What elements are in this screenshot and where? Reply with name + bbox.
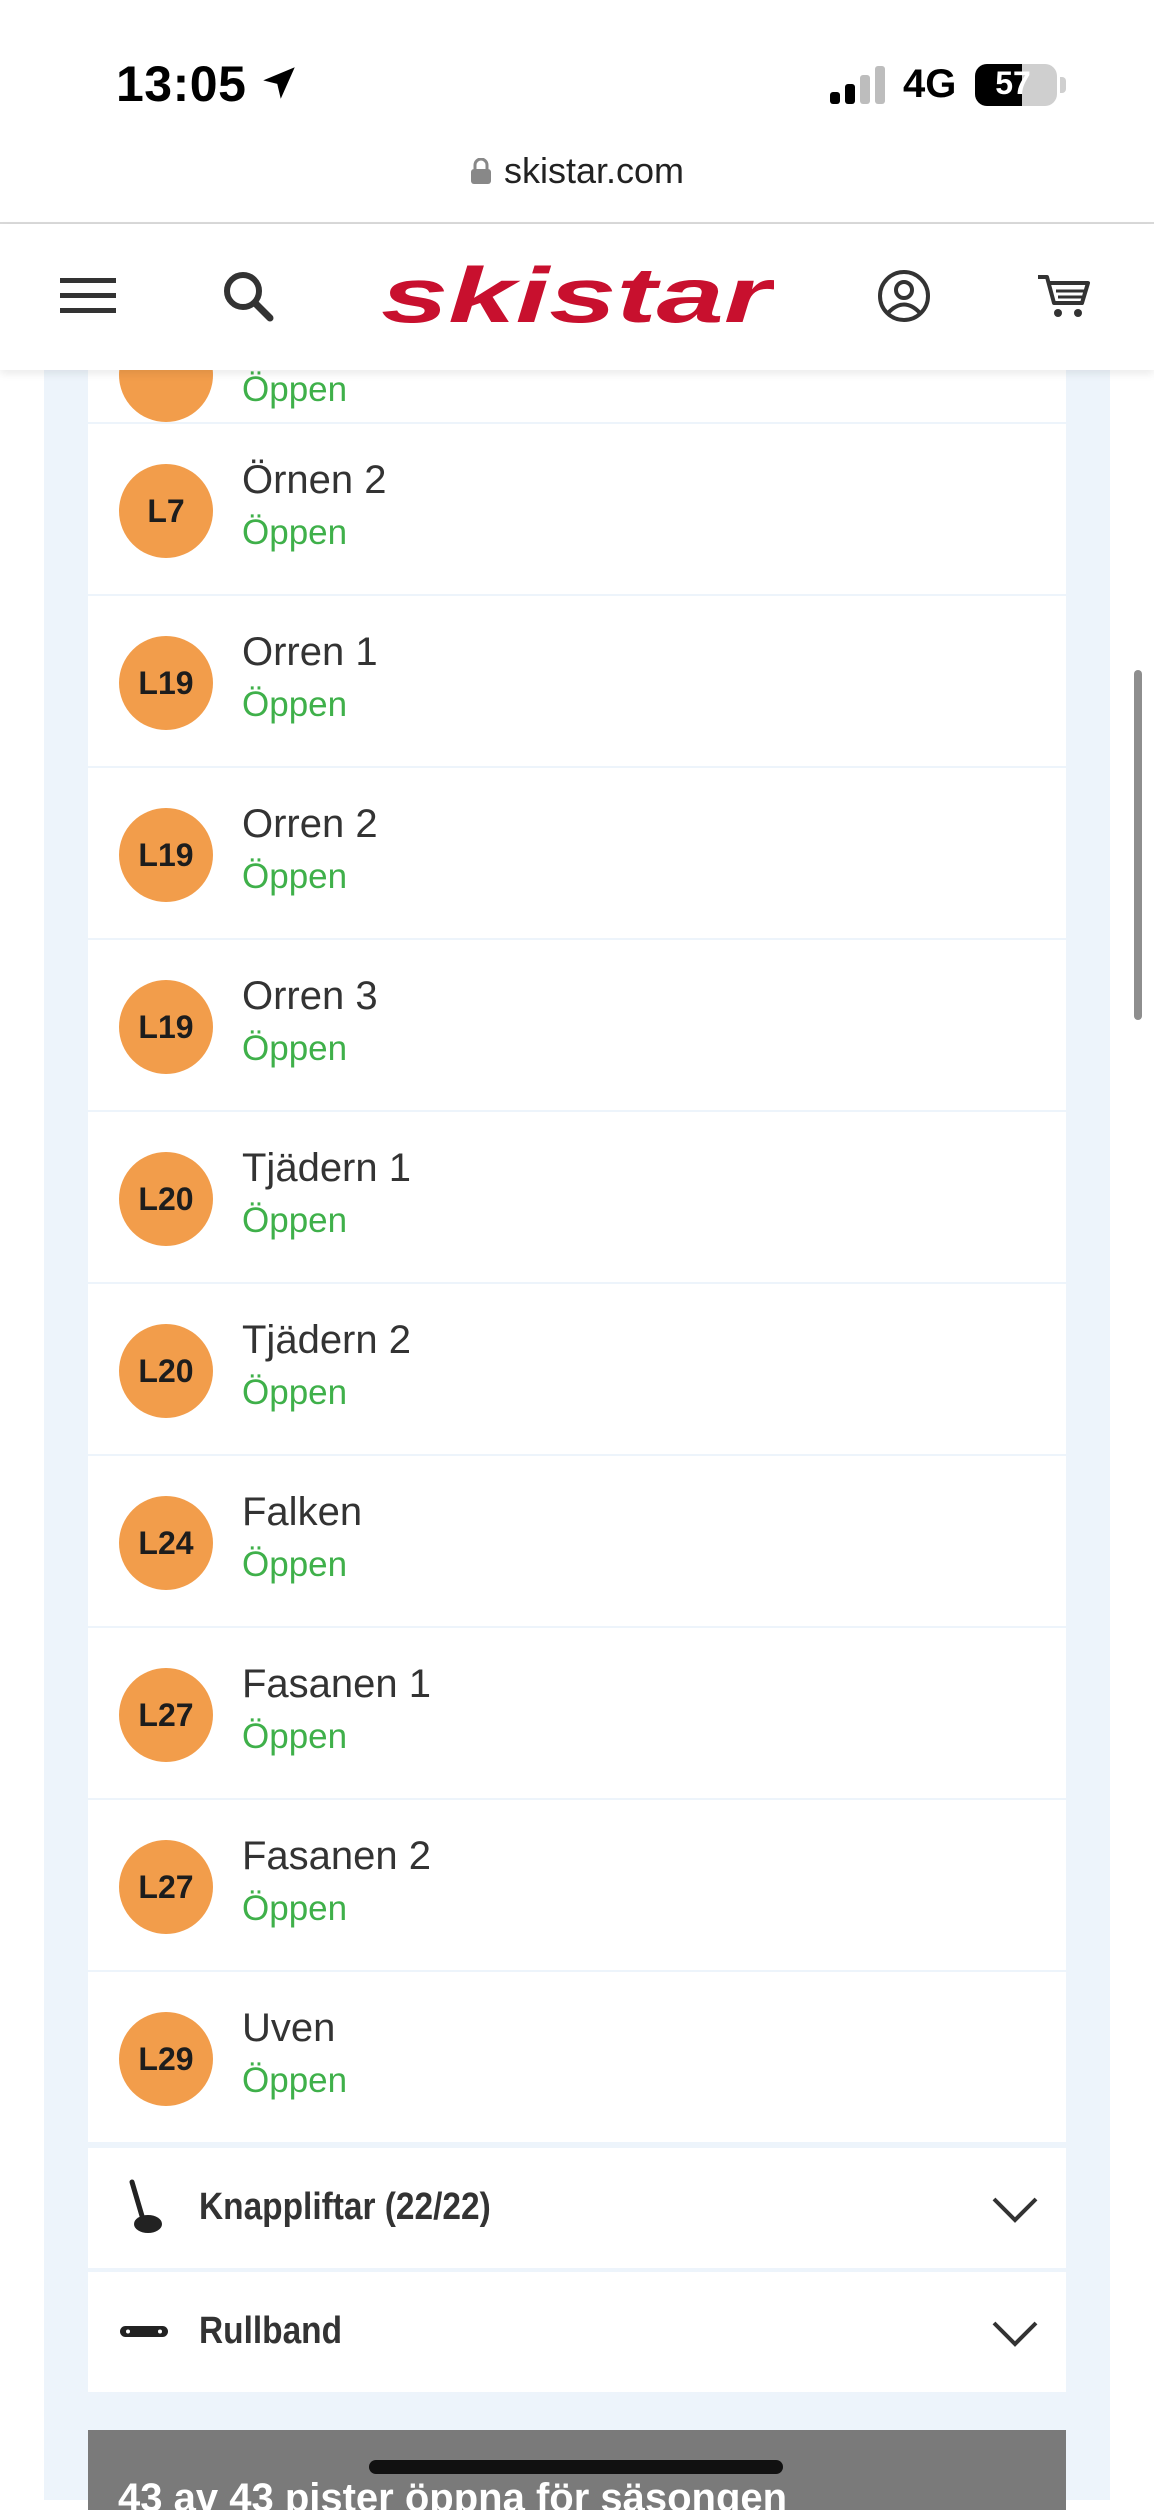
signal-icon <box>830 66 885 104</box>
lift-status: Öppen <box>242 857 348 896</box>
skistar-logo-text: skistar <box>381 264 774 330</box>
lift-status: Öppen <box>242 685 348 724</box>
status-bar: 13:05 4G 57 <box>0 0 1154 150</box>
lift-name: Orren 2 <box>242 802 378 846</box>
account-icon <box>878 270 930 322</box>
menu-icon <box>60 278 116 313</box>
lift-name: Orren 1 <box>242 630 378 674</box>
lift-badge <box>119 370 213 422</box>
lift-badge: L27 <box>119 1668 213 1762</box>
lift-row[interactable]: Öppen <box>88 370 1066 424</box>
lift-row[interactable]: L20 Tjädern 1 Öppen <box>88 1112 1066 1284</box>
lift-row[interactable]: L19 Orren 2 Öppen <box>88 768 1066 940</box>
lift-row[interactable]: L7 Örnen 2 Öppen <box>88 424 1066 596</box>
lift-name: Tjädern 1 <box>242 1146 411 1190</box>
battery-level: 57 <box>995 65 1031 101</box>
lift-row[interactable]: L19 Orren 1 Öppen <box>88 596 1066 768</box>
lock-icon <box>470 158 491 184</box>
url-text: skistar.com <box>503 150 685 191</box>
lift-status: Öppen <box>242 2061 348 2100</box>
lift-status: Öppen <box>242 1029 348 1068</box>
network-type: 4G <box>903 62 957 106</box>
lift-name: Falken <box>242 1490 363 1534</box>
cart-icon <box>1038 275 1090 317</box>
skistar-logo[interactable]: skistar <box>378 264 774 330</box>
section-knappliftar[interactable]: Knappliftar (22/22) <box>88 2148 1066 2268</box>
url-bar[interactable]: skistar.com <box>0 150 1154 222</box>
lift-badge: L20 <box>119 1324 213 1418</box>
lift-badge: L19 <box>119 808 213 902</box>
lift-badge: L29 <box>119 2012 213 2106</box>
account-button[interactable] <box>868 260 940 332</box>
lift-badge: L19 <box>119 636 213 730</box>
section-label: Knappliftar (22/22) <box>199 2186 491 2228</box>
search-button[interactable] <box>212 260 284 332</box>
lift-name: Fasanen 2 <box>242 1834 432 1878</box>
battery-cap <box>1060 77 1066 93</box>
lift-status: Öppen <box>242 1373 348 1412</box>
lift-row[interactable]: L20 Tjädern 2 Öppen <box>88 1284 1066 1456</box>
lift-row[interactable]: L27 Fasanen 2 Öppen <box>88 1800 1066 1972</box>
conveyor-belt-icon <box>120 2326 168 2337</box>
section-label: Rullband <box>199 2310 343 2352</box>
slopes-summary-text: 43 av 43 pister öppna för säsongen <box>118 2476 788 2510</box>
home-indicator[interactable] <box>369 2460 783 2474</box>
chevron-down-icon <box>992 2321 1038 2347</box>
status-time: 13:05 <box>116 56 247 112</box>
lift-name: Örnen 2 <box>242 458 387 502</box>
lift-badge: L24 <box>119 1496 213 1590</box>
lift-row[interactable]: L24 Falken Öppen <box>88 1456 1066 1628</box>
lift-row[interactable]: L19 Orren 3 Öppen <box>88 940 1066 1112</box>
search-icon <box>224 272 274 322</box>
battery-icon: 57 <box>975 64 1057 106</box>
lift-row[interactable]: L29 Uven Öppen <box>88 1972 1066 2144</box>
lift-name: Fasanen 1 <box>242 1662 432 1706</box>
lift-status: Öppen <box>242 1545 348 1584</box>
lift-list: Öppen L7 Örnen 2 Öppen L19 Orren 1 Öppen… <box>88 370 1066 2392</box>
scrollbar[interactable] <box>1134 670 1142 1020</box>
section-rullband[interactable]: Rullband <box>88 2272 1066 2392</box>
lift-status: Öppen <box>242 1889 348 1928</box>
lift-status: Öppen <box>242 513 348 552</box>
menu-button[interactable] <box>52 260 124 332</box>
lift-badge: L19 <box>119 980 213 1074</box>
lift-badge: L20 <box>119 1152 213 1246</box>
site-header: skistar <box>0 224 1154 370</box>
lift-name: Uven <box>242 2006 336 2050</box>
lift-status: Öppen <box>242 370 348 409</box>
button-lift-icon <box>129 2179 162 2233</box>
lift-status: Öppen <box>242 1201 348 1240</box>
lift-row[interactable]: L27 Fasanen 1 Öppen <box>88 1628 1066 1800</box>
lift-badge: L27 <box>119 1840 213 1934</box>
location-arrow-icon <box>263 67 295 99</box>
lift-status: Öppen <box>242 1717 348 1756</box>
lift-name: Tjädern 2 <box>242 1318 411 1362</box>
chevron-down-icon <box>992 2197 1038 2223</box>
lift-name: Orren 3 <box>242 974 378 1018</box>
lift-badge: L7 <box>119 464 213 558</box>
cart-button[interactable] <box>1028 260 1100 332</box>
